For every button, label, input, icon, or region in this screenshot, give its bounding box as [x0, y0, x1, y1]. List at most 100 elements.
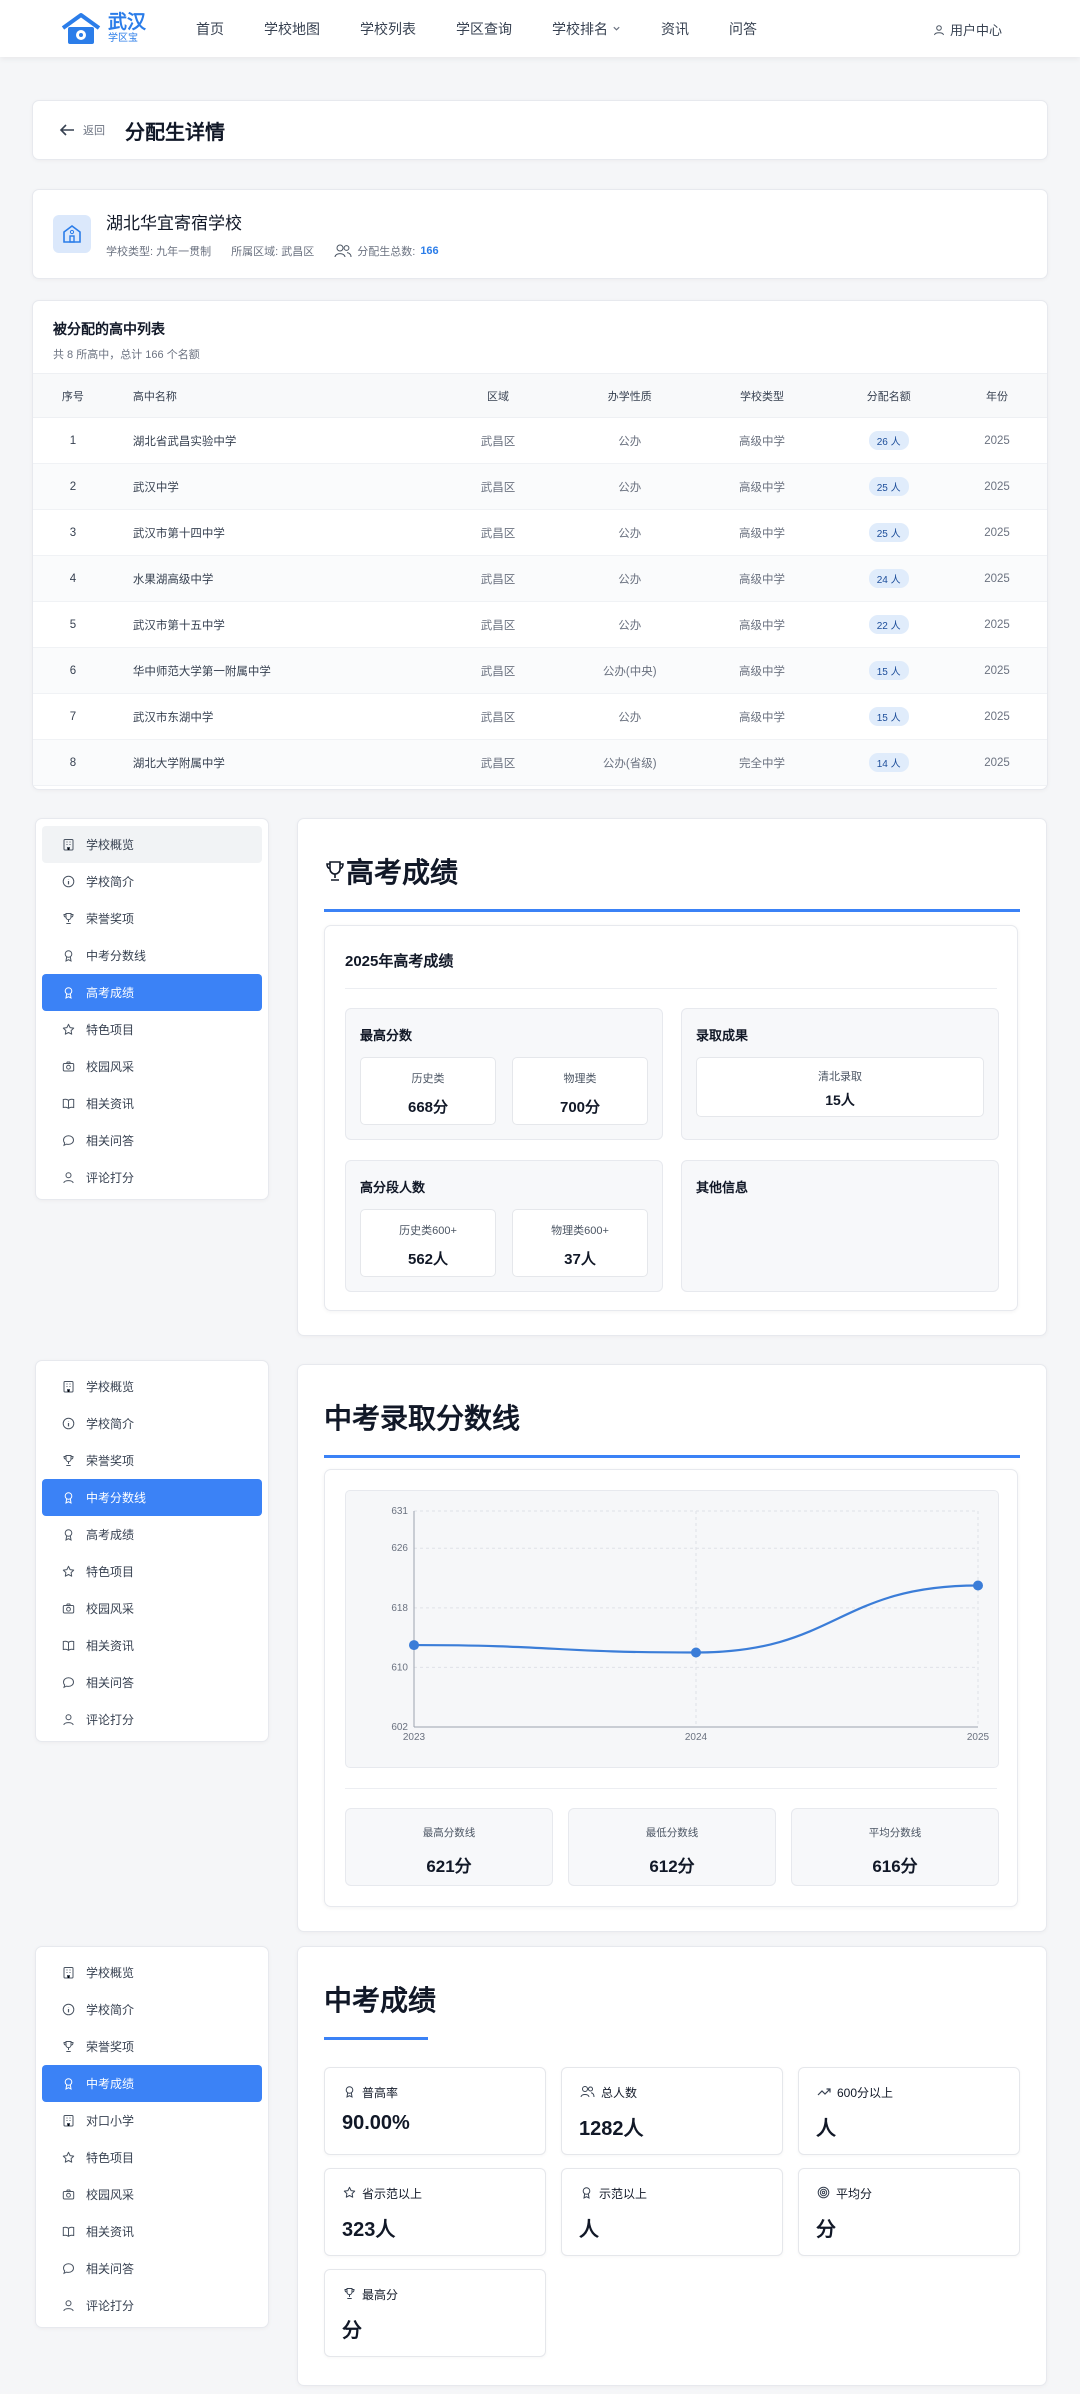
- avg-line-label: 平均分数线: [868, 1827, 922, 1839]
- info-icon: [60, 875, 76, 888]
- sidebar-item[interactable]: 评论打分: [42, 2287, 262, 2324]
- sidebar-item[interactable]: 对口小学: [42, 2102, 262, 2139]
- sidebar-item[interactable]: 高考成绩: [42, 1516, 262, 1553]
- nav-news[interactable]: 资讯: [661, 19, 689, 39]
- nav-district-query[interactable]: 学区查询: [456, 19, 512, 39]
- sidebar-item-label: 学校概览: [86, 1380, 135, 1394]
- nav-qa[interactable]: 问答: [729, 19, 757, 39]
- sidebar-item[interactable]: 校园风采: [42, 2176, 262, 2213]
- sidebar-item[interactable]: 学校简介: [42, 863, 262, 900]
- chevron-down-icon: [613, 26, 620, 31]
- sidebar-item[interactable]: 相关问答: [42, 1664, 262, 1701]
- allocation-total-value: 166: [420, 245, 439, 257]
- table-row[interactable]: 3 武汉市第十四中学 武昌区 公办 高级中学 25 人 2025: [33, 509, 1047, 556]
- sidebar-item[interactable]: 特色项目: [42, 1553, 262, 1590]
- row-nature: 公办: [565, 601, 694, 648]
- back-button[interactable]: 返回: [59, 122, 105, 138]
- camera-icon: [60, 2188, 76, 2201]
- sidebar-item[interactable]: 学校概览: [42, 826, 262, 863]
- star-icon: [60, 1023, 76, 1036]
- row-year: 2025: [947, 555, 1047, 602]
- nav-school-map[interactable]: 学校地图: [264, 19, 320, 39]
- row-index: 6: [33, 647, 113, 694]
- sidebar-item[interactable]: 相关资讯: [42, 1085, 262, 1122]
- sidebar-item-label: 高考成绩: [86, 1528, 135, 1542]
- award-icon: [60, 986, 76, 999]
- sidebar-item[interactable]: 相关资讯: [42, 1627, 262, 1664]
- sidebar-item-label: 评论打分: [86, 2299, 135, 2313]
- row-type: 完全中学: [693, 739, 831, 786]
- high-score-title: 高分段人数: [360, 1180, 426, 1195]
- min-line-value: 612分: [649, 1857, 695, 1876]
- book-icon: [60, 2225, 76, 2238]
- table-row[interactable]: 6 华中师范大学第一附属中学 武昌区 公办(中央) 高级中学 15 人 2025: [33, 647, 1047, 694]
- table-row[interactable]: 4 水果湖高级中学 武昌区 公办 高级中学 24 人 2025: [33, 555, 1047, 602]
- row-area: 武昌区: [430, 555, 566, 602]
- logo[interactable]: 武汉 学区宝: [60, 12, 146, 46]
- sidebar-item[interactable]: 相关问答: [42, 1122, 262, 1159]
- table-row[interactable]: 7 武汉市东湖中学 武昌区 公办 高级中学 15 人 2025: [33, 693, 1047, 740]
- row-type: 高级中学: [693, 555, 831, 602]
- sidebar-item[interactable]: 中考分数线: [42, 1479, 262, 1516]
- nav-school-list[interactable]: 学校列表: [360, 19, 416, 39]
- quota-badge: 24 人: [868, 569, 909, 588]
- table-row[interactable]: 1 湖北省武昌实验中学 武昌区 公办 高级中学 26 人 2025: [33, 417, 1047, 464]
- row-area: 武昌区: [430, 647, 566, 694]
- stat-value: 人: [579, 2219, 599, 2241]
- chat-icon: [60, 2262, 76, 2275]
- school-type: 学校类型: 九年一贯制: [106, 246, 212, 258]
- sidebar-item[interactable]: 高考成绩: [42, 974, 262, 1011]
- table-row[interactable]: 5 武汉市第十五中学 武昌区 公办 高级中学 22 人 2025: [33, 601, 1047, 648]
- sidebar-item[interactable]: 特色项目: [42, 1011, 262, 1048]
- sidebar-item-label: 荣誉奖项: [86, 2040, 135, 2054]
- nav-home[interactable]: 首页: [196, 19, 224, 39]
- sidebar-item[interactable]: 校园风采: [42, 1048, 262, 1085]
- sidebar-item[interactable]: 学校简介: [42, 1991, 262, 2028]
- sidebar-item[interactable]: 相关问答: [42, 2250, 262, 2287]
- min-line-card: 最低分数线 612分: [568, 1808, 776, 1886]
- stat-value: 分: [342, 2320, 362, 2342]
- sidebar-item[interactable]: 评论打分: [42, 1701, 262, 1738]
- sidebar-item[interactable]: 相关资讯: [42, 2213, 262, 2250]
- building-icon: [60, 2114, 76, 2127]
- table-row[interactable]: 2 武汉中学 武昌区 公办 高级中学 25 人 2025: [33, 463, 1047, 510]
- quota-badge: 26 人: [868, 431, 909, 450]
- row-type: 高级中学: [693, 463, 831, 510]
- sidebar-item[interactable]: 中考成绩: [42, 2065, 262, 2102]
- trophy-icon: [343, 2287, 356, 2303]
- sidebar-item-label: 相关问答: [86, 1676, 135, 1690]
- row-year: 2025: [947, 601, 1047, 648]
- row-quota-cell: 25 人: [830, 509, 948, 556]
- row-area: 武昌区: [430, 693, 566, 740]
- sidebar-item-label: 荣誉奖项: [86, 1454, 135, 1468]
- school-building-icon: [63, 225, 81, 243]
- row-quota-cell: 25 人: [830, 463, 948, 510]
- sidebar-item[interactable]: 中考分数线: [42, 937, 262, 974]
- sidebar-item[interactable]: 学校概览: [42, 1368, 262, 1405]
- sidebar-item[interactable]: 荣誉奖项: [42, 2028, 262, 2065]
- y-tick-label: 631: [391, 1506, 408, 1517]
- sidebar-item[interactable]: 特色项目: [42, 2139, 262, 2176]
- history-600-label: 历史类600+: [399, 1225, 457, 1237]
- sidebar-item[interactable]: 学校简介: [42, 1405, 262, 1442]
- sidebar-item[interactable]: 荣誉奖项: [42, 900, 262, 937]
- sidebar-item[interactable]: 学校概览: [42, 1954, 262, 1991]
- sidebar-item[interactable]: 评论打分: [42, 1159, 262, 1196]
- sidebar-item-label: 相关资讯: [86, 1097, 135, 1111]
- user-center-label: 用户中心: [949, 23, 1002, 38]
- school-area: 所属区域: 武昌区: [231, 246, 315, 258]
- user-center-link[interactable]: 用户中心: [933, 20, 1002, 39]
- qingbei-label: 清北录取: [818, 1071, 862, 1083]
- building-icon: [60, 1966, 76, 1979]
- sidebar-item-label: 中考分数线: [86, 1491, 147, 1505]
- nav-school-ranking[interactable]: 学校排名: [552, 19, 621, 39]
- users-icon: [580, 2085, 595, 2101]
- sidebar-item[interactable]: 校园风采: [42, 1590, 262, 1627]
- row-quota-cell: 14 人: [830, 739, 948, 786]
- table-row[interactable]: 8 湖北大学附属中学 武昌区 公办(省级) 完全中学 14 人 2025: [33, 739, 1047, 786]
- quota-badge: 15 人: [868, 707, 909, 726]
- sidebar-item[interactable]: 荣誉奖项: [42, 1442, 262, 1479]
- row-type: 高级中学: [693, 509, 831, 556]
- table-title: 被分配的高中列表: [53, 321, 165, 337]
- col-name: 高中名称: [112, 373, 431, 418]
